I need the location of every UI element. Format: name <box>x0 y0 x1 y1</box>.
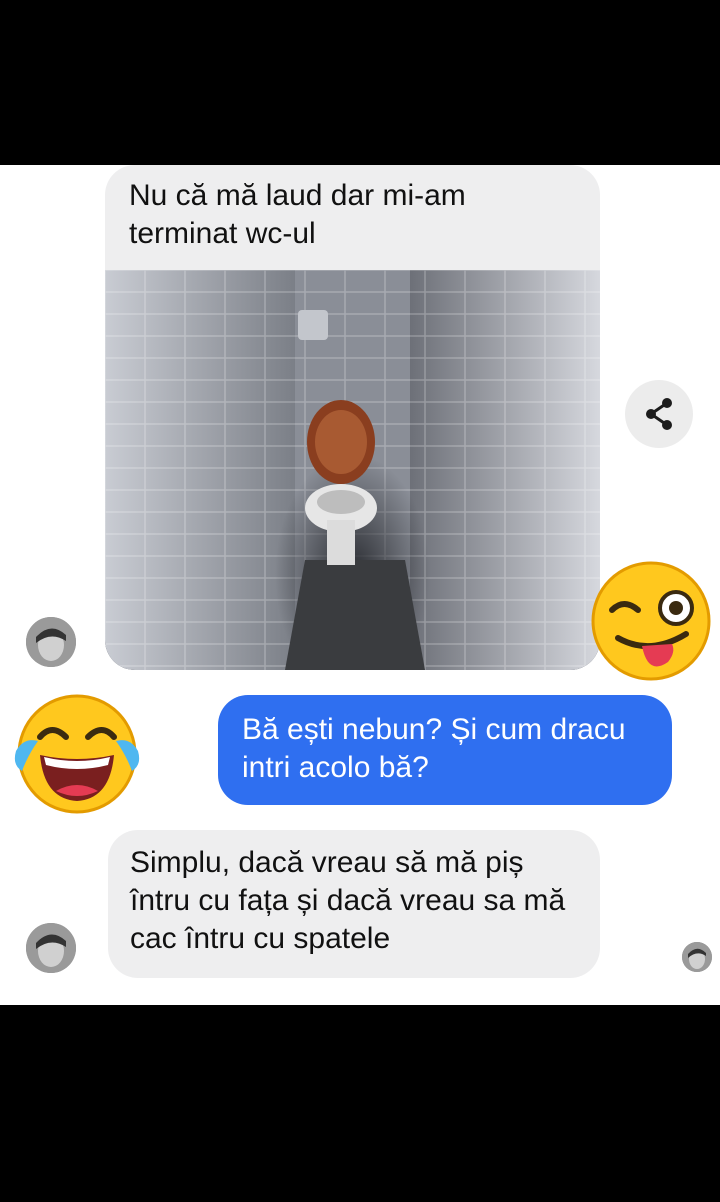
toilet-photo-image <box>105 270 600 670</box>
face-with-tears-of-joy-icon <box>12 693 142 820</box>
read-receipt-avatar <box>682 942 712 972</box>
incoming-message-bubble[interactable]: Nu că mă laud dar mi-am terminat wc-ul <box>105 165 600 670</box>
outgoing-message-bubble[interactable]: Bă ești nebun? Și cum dracu intri acolo … <box>218 695 672 805</box>
avatar-image <box>26 617 76 667</box>
share-icon <box>646 398 672 430</box>
winking-face-with-tongue-icon <box>590 560 712 687</box>
incoming-message-text: Nu că mă laud dar mi-am terminat wc-ul <box>129 179 466 250</box>
incoming-message-text: Simplu, dacă vreau să mă piș întru cu fa… <box>130 846 566 955</box>
avatar-image <box>26 923 76 973</box>
avatar-image <box>682 942 712 972</box>
incoming-message-bubble[interactable]: Simplu, dacă vreau să mă piș întru cu fa… <box>108 830 600 978</box>
outgoing-message-text: Bă ești nebun? Și cum dracu intri acolo … <box>242 713 626 784</box>
sender-avatar[interactable] <box>26 923 76 973</box>
share-button[interactable] <box>625 380 693 448</box>
chat-thread: Nu că mă laud dar mi-am terminat wc-ul B… <box>0 165 720 1005</box>
attached-photo[interactable] <box>105 270 600 670</box>
sender-avatar[interactable] <box>26 617 76 667</box>
